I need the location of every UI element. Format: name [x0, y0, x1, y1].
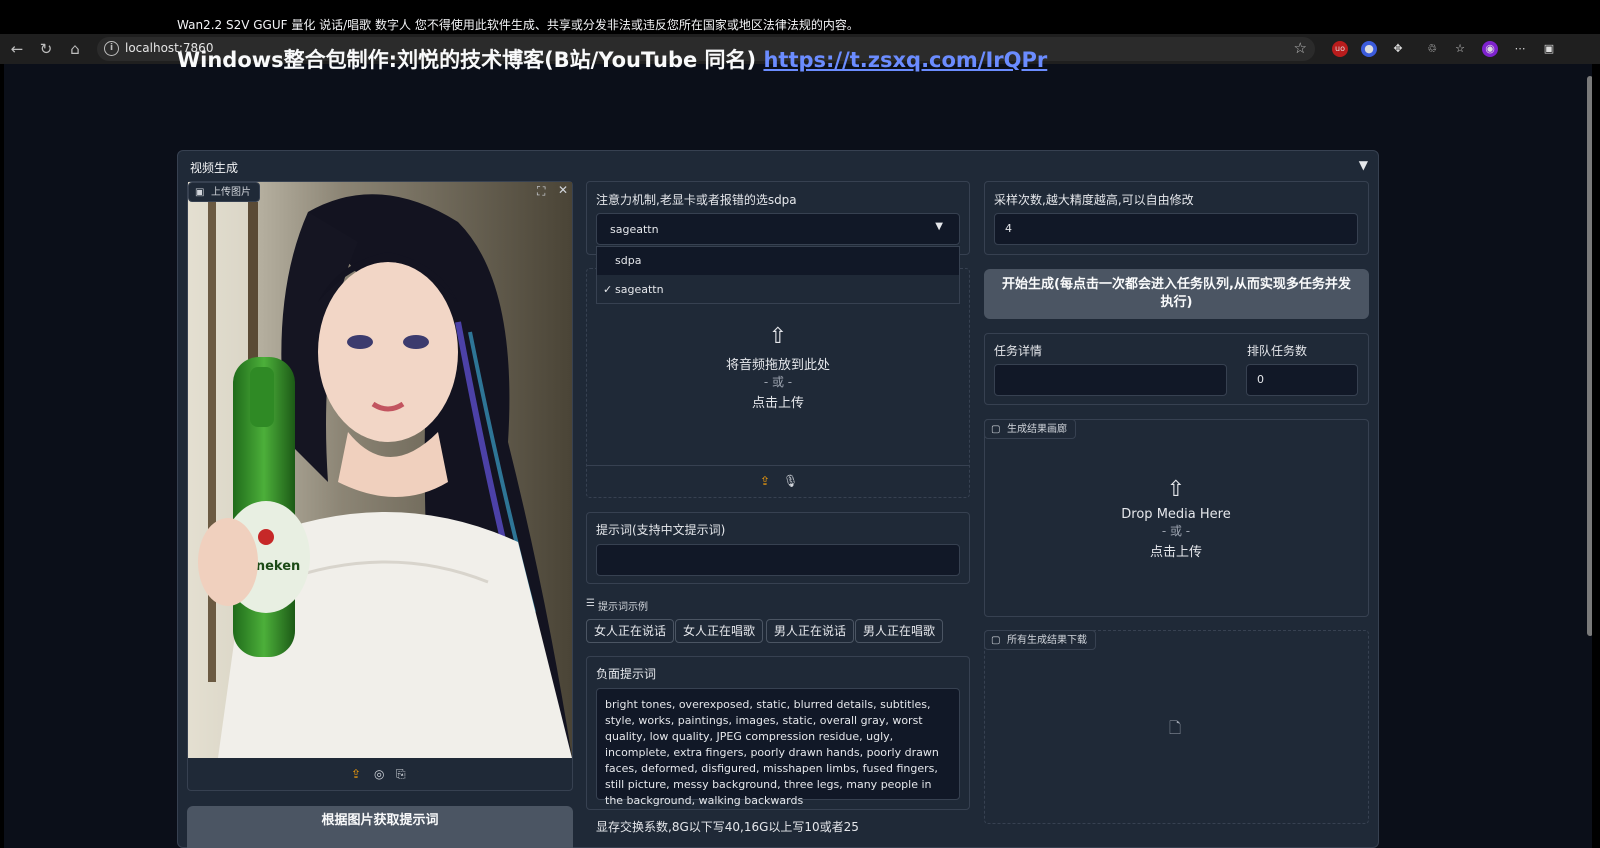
get-prompt-from-image-button[interactable]: 根据图片获取提示词: [187, 806, 573, 848]
accordion-title[interactable]: 视频生成: [190, 159, 238, 176]
gallery-or-text: - 或 -: [1161, 524, 1191, 538]
webcam-icon[interactable]: ◎: [374, 767, 384, 781]
attention-selected-value: sageattn: [610, 223, 659, 236]
example-chip[interactable]: 女人正在说话: [586, 619, 675, 643]
negative-prompt-text: bright tones, overexposed, static, blurr…: [605, 698, 939, 807]
performance-icon[interactable]: ♲: [1424, 41, 1440, 57]
uploaded-image: Heineken: [188, 182, 572, 758]
example-chip[interactable]: 男人正在唱歌: [855, 619, 944, 643]
attention-dropdown-menu: sdpa ✓ sageattn: [596, 246, 960, 304]
prompt-label: 提示词(支持中文提示词): [596, 523, 726, 537]
reload-icon[interactable]: ↻: [37, 40, 55, 58]
image-upload-label-text: 上传图片: [211, 187, 251, 198]
audio-drop-text: 将音频拖放到此处: [725, 358, 830, 373]
gallery-click-text: 点击上传: [1149, 545, 1202, 560]
legal-notice: Wan2.2 S2V GGUF 量化 说话/唱歌 数字人 您不得使用此软件生成、…: [177, 18, 859, 32]
attention-option-sdpa[interactable]: sdpa: [597, 247, 959, 275]
page-scrollbar[interactable]: [1586, 64, 1592, 848]
queue-count-field[interactable]: 0: [1246, 364, 1358, 396]
page-title-text: Windows整合包制作:刘悦的技术博客(B站/YouTube 同名): [177, 48, 764, 72]
attention-select[interactable]: sageattn ▼: [596, 213, 960, 245]
negative-prompt-textarea[interactable]: bright tones, overexposed, static, blurr…: [596, 688, 960, 807]
downloads-label: ▢ 所有生成结果下载: [984, 630, 1096, 650]
search-extension-icon[interactable]: ●: [1361, 41, 1377, 57]
example-chip[interactable]: 女人正在唱歌: [675, 619, 764, 643]
favorites-icon[interactable]: ☆: [1452, 41, 1468, 57]
upload-arrow-icon: ⇧: [1166, 477, 1186, 502]
task-detail-field[interactable]: [994, 364, 1227, 396]
list-icon: ☰: [586, 598, 595, 609]
gallery-label-text: 生成结果画廊: [1007, 424, 1067, 435]
site-info-icon[interactable]: i: [104, 41, 119, 56]
portrait-image: Heineken: [188, 182, 572, 758]
audio-upload-icon[interactable]: ⇪: [760, 474, 770, 488]
sidebar-toggle-icon[interactable]: ▣: [1541, 41, 1557, 57]
accordion-toggle-icon[interactable]: ▼: [1359, 158, 1368, 172]
microphone-icon[interactable]: 🎙: [783, 474, 798, 488]
queue-count-label: 排队任务数: [1247, 344, 1308, 358]
divider: [587, 465, 969, 466]
title-link[interactable]: https://t.zsxq.com/IrQPr: [763, 48, 1047, 72]
examples-label: 提示词示例: [598, 602, 648, 613]
back-icon[interactable]: ←: [8, 40, 26, 58]
profile-avatar-icon[interactable]: ◉: [1482, 41, 1498, 57]
audio-upload-prompt: ⇧ 将音频拖放到此处 - 或 - 点击上传: [686, 324, 870, 412]
close-icon[interactable]: ✕: [558, 183, 568, 197]
vram-swap-label: 显存交换系数,8G以下写40,16G以上写10或者25: [596, 820, 859, 834]
task-detail-label: 任务详情: [994, 344, 1043, 358]
start-generation-button[interactable]: 开始生成(每点击一次都会进入任务队列,从而实现多任务并发执行): [984, 269, 1369, 319]
file-icon: ▢: [991, 424, 1001, 435]
downloads-label-text: 所有生成结果下载: [1007, 635, 1087, 646]
negative-prompt-label: 负面提示词: [596, 667, 657, 681]
gallery-label: ▢ 生成结果画廊: [984, 419, 1076, 439]
audio-click-text: 点击上传: [751, 396, 804, 411]
prompt-input[interactable]: [596, 544, 960, 576]
scrollbar-thumb[interactable]: [1587, 76, 1592, 636]
home-icon[interactable]: ⌂: [66, 40, 84, 58]
attention-label: 注意力机制,老显卡或者报错的选sdpa: [596, 193, 797, 207]
upload-arrow-icon: ⇧: [768, 324, 788, 349]
gallery-upload-prompt: ⇧ Drop Media Here - 或 - 点击上传: [1084, 477, 1268, 561]
attention-option-sageattn-text: sageattn: [615, 283, 664, 296]
file-icon: ▢: [991, 635, 1001, 646]
bookmark-star-icon[interactable]: ☆: [1294, 39, 1307, 57]
example-chip[interactable]: 男人正在说话: [766, 619, 855, 643]
ublock-extension-icon[interactable]: uo: [1332, 41, 1348, 57]
clipboard-icon[interactable]: ⎘: [396, 767, 406, 782]
image-icon: ▣: [195, 187, 205, 198]
steps-label: 采样次数,越大精度越高,可以自由修改: [994, 193, 1194, 207]
chevron-down-icon: ▼: [935, 221, 943, 232]
attention-option-sageattn[interactable]: ✓ sageattn: [597, 276, 959, 304]
checkmark-icon: ✓: [603, 283, 613, 296]
gallery-drop-text: Drop Media Here: [1121, 507, 1231, 522]
image-upload-label: ▣ 上传图片: [188, 182, 260, 202]
page-title: Windows整合包制作:刘悦的技术博客(B站/YouTube 同名) http…: [177, 44, 1047, 74]
file-icon: 🗋: [1169, 719, 1182, 737]
extensions-puzzle-icon[interactable]: ✥: [1390, 41, 1406, 57]
audio-or-text: - 或 -: [763, 375, 793, 389]
more-menu-icon[interactable]: ⋯: [1512, 41, 1528, 57]
upload-icon[interactable]: ⇪: [351, 767, 361, 781]
fullscreen-icon[interactable]: ⛶: [537, 184, 545, 199]
steps-input[interactable]: 4: [994, 213, 1358, 245]
